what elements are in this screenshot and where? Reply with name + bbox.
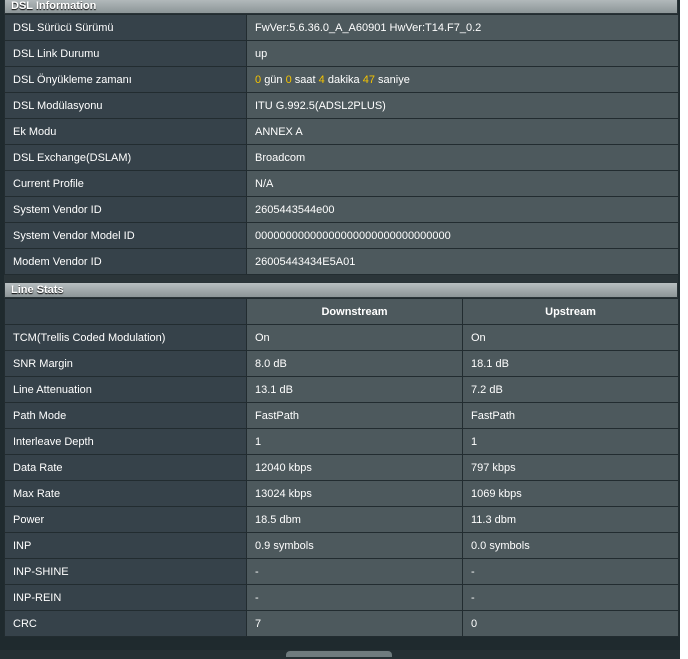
header-corner-cell [4, 298, 247, 325]
downstream-value: 7 [246, 610, 463, 637]
upstream-value: 18.1 dB [462, 350, 679, 377]
upstream-value: 7.2 dB [462, 376, 679, 403]
downstream-value: 18.5 dbm [246, 506, 463, 533]
upstream-value: FastPath [462, 402, 679, 429]
table-row: Modem Vendor ID 26005443434E5A01 [4, 248, 679, 275]
row-label: DSL Modülasyonu [4, 92, 247, 119]
downstream-value: 12040 kbps [246, 454, 463, 481]
table-row: INP 0.9 symbols 0.0 symbols [4, 532, 679, 559]
table-row: System Vendor ID 2605443544e00 [4, 196, 679, 223]
row-value: 2605443544e00 [246, 196, 679, 223]
table-row: DSL Link Durumu up [4, 40, 679, 67]
uptime-seconds-unit: saniye [378, 73, 410, 86]
row-label: Max Rate [4, 480, 247, 507]
row-value: N/A [246, 170, 679, 197]
downstream-value: FastPath [246, 402, 463, 429]
column-header-upstream: Upstream [462, 298, 679, 325]
upstream-value: 0 [462, 610, 679, 637]
uptime-minutes: 4 [318, 73, 325, 86]
table-row: DSL Sürücü Sürümü FwVer:5.6.36.0_A_A6090… [4, 14, 679, 41]
line-stats-header: Line Stats [4, 282, 678, 298]
row-label: System Vendor Model ID [4, 222, 247, 249]
bottom-tab-handle[interactable] [286, 651, 392, 657]
table-row: CRC 7 0 [4, 610, 679, 637]
table-row: INP-SHINE - - [4, 558, 679, 585]
row-label: DSL Sürücü Sürümü [4, 14, 247, 41]
row-label: Data Rate [4, 454, 247, 481]
upstream-value: 11.3 dbm [462, 506, 679, 533]
table-row: TCM(Trellis Coded Modulation) On On [4, 324, 679, 351]
uptime-minutes-unit: dakika [327, 73, 360, 86]
row-label: INP-REIN [4, 584, 247, 611]
downstream-value: - [246, 558, 463, 585]
table-row: DSL Modülasyonu ITU G.992.5(ADSL2PLUS) [4, 92, 679, 119]
table-row: INP-REIN - - [4, 584, 679, 611]
row-label: Modem Vendor ID [4, 248, 247, 275]
table-row: DSL Önyükleme zamanı 0 gün 0 saat 4 daki… [4, 66, 679, 93]
row-label: CRC [4, 610, 247, 637]
uptime-days: 0 [255, 73, 262, 86]
row-label: Path Mode [4, 402, 247, 429]
row-label: Ek Modu [4, 118, 247, 145]
row-label: DSL Exchange(DSLAM) [4, 144, 247, 171]
table-row: Ek Modu ANNEX A [4, 118, 679, 145]
row-label: System Vendor ID [4, 196, 247, 223]
upstream-value: - [462, 584, 679, 611]
table-row: Current Profile N/A [4, 170, 679, 197]
upstream-value: 0.0 symbols [462, 532, 679, 559]
row-label: INP-SHINE [4, 558, 247, 585]
row-label: Interleave Depth [4, 428, 247, 455]
upstream-value: 1069 kbps [462, 480, 679, 507]
table-row: Data Rate 12040 kbps 797 kbps [4, 454, 679, 481]
row-label: INP [4, 532, 247, 559]
downstream-value: 13.1 dB [246, 376, 463, 403]
row-label: DSL Önyükleme zamanı [4, 66, 247, 93]
row-value: ANNEX A [246, 118, 679, 145]
uptime-hours: 0 [285, 73, 292, 86]
row-label: Power [4, 506, 247, 533]
table-row: DSL Exchange(DSLAM) Broadcom [4, 144, 679, 171]
row-label: Line Attenuation [4, 376, 247, 403]
uptime-days-unit: gün [264, 73, 283, 86]
row-label: Current Profile [4, 170, 247, 197]
table-header-row: Downstream Upstream [4, 298, 679, 325]
row-label: SNR Margin [4, 350, 247, 377]
downstream-value: On [246, 324, 463, 351]
table-row: Interleave Depth 1 1 [4, 428, 679, 455]
table-row: SNR Margin 8.0 dB 18.1 dB [4, 350, 679, 377]
line-stats-table: Downstream Upstream TCM(Trellis Coded Mo… [4, 298, 679, 637]
uptime-seconds: 47 [362, 73, 375, 86]
upstream-value: - [462, 558, 679, 585]
uptime-value: 0 gün 0 saat 4 dakika 47 saniye [246, 66, 679, 93]
window-edge [680, 0, 688, 659]
upstream-value: 797 kbps [462, 454, 679, 481]
downstream-value: 8.0 dB [246, 350, 463, 377]
downstream-value: 0.9 symbols [246, 532, 463, 559]
downstream-value: - [246, 584, 463, 611]
row-value: FwVer:5.6.36.0_A_A60901 HwVer:T14.F7_0.2 [246, 14, 679, 41]
table-row: Line Attenuation 13.1 dB 7.2 dB [4, 376, 679, 403]
column-header-downstream: Downstream [246, 298, 463, 325]
bottom-bar [0, 650, 680, 659]
row-value: 26005443434E5A01 [246, 248, 679, 275]
table-row: System Vendor Model ID 00000000000000000… [4, 222, 679, 249]
table-row: Path Mode FastPath FastPath [4, 402, 679, 429]
row-value: Broadcom [246, 144, 679, 171]
status-panel: DSL Information DSL Sürücü Sürümü FwVer:… [4, 0, 679, 637]
downstream-value: 13024 kbps [246, 480, 463, 507]
uptime-hours-unit: saat [294, 73, 316, 86]
dsl-information-table: DSL Sürücü Sürümü FwVer:5.6.36.0_A_A6090… [4, 14, 679, 275]
downstream-value: 1 [246, 428, 463, 455]
dsl-information-header: DSL Information [4, 0, 678, 14]
upstream-value: On [462, 324, 679, 351]
row-label: DSL Link Durumu [4, 40, 247, 67]
row-value: 00000000000000000000000000000000 [246, 222, 679, 249]
row-label: TCM(Trellis Coded Modulation) [4, 324, 247, 351]
upstream-value: 1 [462, 428, 679, 455]
table-row: Power 18.5 dbm 11.3 dbm [4, 506, 679, 533]
row-value: ITU G.992.5(ADSL2PLUS) [246, 92, 679, 119]
section-divider [4, 275, 678, 282]
row-value: up [246, 40, 679, 67]
table-row: Max Rate 13024 kbps 1069 kbps [4, 480, 679, 507]
